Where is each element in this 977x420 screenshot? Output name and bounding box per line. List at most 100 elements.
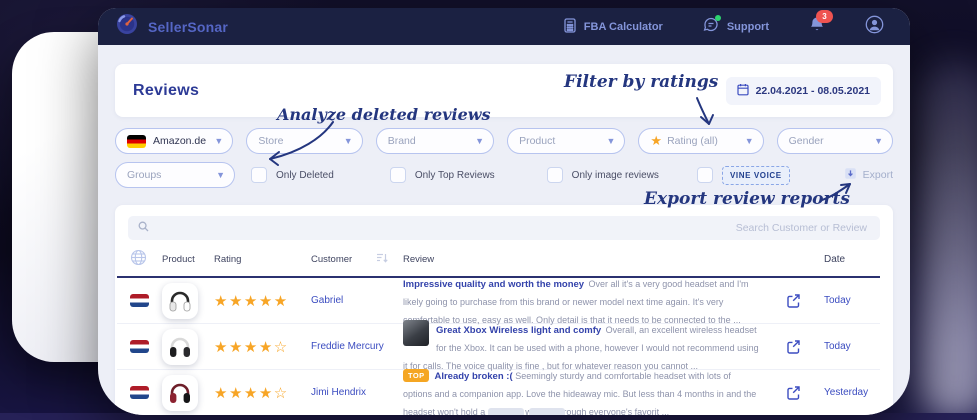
top-badge: TOP (403, 371, 429, 382)
netherlands-flag-icon (130, 340, 149, 353)
review-attachment-image[interactable] (488, 408, 524, 415)
only-deleted-filter: Only Deleted (251, 167, 334, 183)
col-customer: Customer (311, 254, 352, 265)
date-range-picker[interactable]: 22.04.2021 - 08.05.2021 (726, 77, 881, 105)
review-attachment-image[interactable] (529, 408, 565, 415)
search-bar (128, 216, 880, 240)
screenshot-stage: SellerSonar FBA Calculator (0, 0, 977, 420)
profile-avatar[interactable] (865, 15, 884, 39)
export-download-icon (844, 167, 857, 183)
nav-fba-calculator[interactable]: FBA Calculator (563, 18, 663, 36)
export-label: Export (863, 169, 893, 181)
netherlands-flag-icon (130, 386, 149, 399)
table-header-row: Product Rating Customer Review Date (117, 240, 880, 278)
calculator-icon (563, 18, 577, 36)
netherlands-flag-icon (130, 294, 149, 307)
chevron-down-icon: ▼ (344, 136, 353, 146)
review-date: Today (814, 295, 880, 306)
review-date: Today (814, 341, 880, 352)
store-select[interactable]: Store ▼ (246, 128, 362, 154)
background-glow (917, 60, 977, 420)
product-select[interactable]: Product ▼ (507, 128, 625, 154)
page-title: Reviews (133, 82, 199, 100)
reviews-table-card: Product Rating Customer Review Date (115, 205, 893, 415)
only-deleted-checkbox[interactable] (251, 167, 267, 183)
export-button[interactable]: Export (844, 167, 893, 183)
date-range-value: 22.04.2021 - 08.05.2021 (756, 85, 870, 97)
sort-icon[interactable] (376, 252, 389, 267)
table-row: ★★★★★ Gabriel Impressive quality and wor… (117, 278, 880, 324)
rating-placeholder: Rating (all) (667, 135, 718, 147)
col-date: Date (814, 254, 880, 265)
product-placeholder: Product (519, 135, 555, 147)
rating-stars: ★★★★☆ (214, 338, 311, 356)
only-deleted-label: Only Deleted (276, 170, 334, 181)
notification-badge: 3 (816, 10, 833, 23)
review-title[interactable]: Impressive quality and worth the money (403, 279, 584, 290)
review-date: Yesterday (814, 387, 880, 398)
annotation-deleted: Analyze deleted reviews (277, 105, 491, 124)
review-attachment-image[interactable] (403, 325, 429, 346)
brand-select[interactable]: Brand ▼ (376, 128, 494, 154)
vine-voice-badge[interactable]: VINE VOICE (722, 166, 790, 185)
vine-filter: VINE VOICE (697, 166, 790, 185)
store-placeholder: Store (258, 135, 283, 147)
brand-name: SellerSonar (148, 19, 228, 35)
open-review-link-icon[interactable] (772, 293, 814, 308)
product-image[interactable] (162, 329, 198, 365)
only-top-label: Only Top Reviews (415, 170, 495, 181)
open-review-link-icon[interactable] (772, 385, 814, 400)
chevron-down-icon: ▼ (214, 136, 223, 146)
customer-name[interactable]: Freddie Mercury (311, 341, 403, 352)
vine-checkbox[interactable] (697, 167, 713, 183)
nav-support-label: Support (727, 21, 769, 33)
nav-support[interactable]: Support (703, 17, 769, 36)
col-review: Review (403, 254, 772, 265)
top-navbar: SellerSonar FBA Calculator (98, 8, 910, 45)
marketplace-globe-icon (130, 249, 162, 269)
review-title[interactable]: TOP Already broken :( (403, 371, 515, 382)
gender-select[interactable]: Gender ▼ (777, 128, 893, 154)
only-top-checkbox[interactable] (390, 167, 406, 183)
only-image-checkbox[interactable] (547, 167, 563, 183)
app-window: SellerSonar FBA Calculator (98, 8, 910, 415)
col-product: Product (162, 254, 214, 265)
online-dot (715, 15, 721, 21)
open-review-link-icon[interactable] (772, 339, 814, 354)
annotation-export: Export review reports (644, 189, 850, 209)
rating-stars: ★★★★☆ (214, 384, 311, 402)
only-image-filter: Only image reviews (547, 167, 659, 183)
table-row: ★★★★☆ Freddie Mercury Great Xbox Wireles… (117, 324, 880, 370)
groups-placeholder: Groups (127, 169, 161, 181)
chevron-down-icon: ▼ (874, 136, 883, 146)
navbar-right: FBA Calculator Support (563, 15, 884, 39)
germany-flag-icon (127, 135, 146, 148)
col-customer-wrap: Customer (311, 252, 403, 267)
review-title-text: Already broken :( (434, 371, 512, 382)
chevron-down-icon: ▼ (475, 136, 484, 146)
support-chat-icon (703, 17, 720, 36)
rating-select[interactable]: ★ Rating (all) ▼ (638, 128, 763, 154)
filters-row-1: Amazon.de ▼ Store ▼ Brand ▼ Product ▼ ★ … (115, 128, 893, 154)
notifications-bell[interactable]: 3 (809, 16, 825, 38)
calendar-icon (737, 83, 749, 99)
customer-name[interactable]: Jimi Hendrix (311, 387, 403, 398)
search-icon (138, 219, 149, 237)
rating-stars: ★★★★★ (214, 292, 311, 310)
customer-name[interactable]: Gabriel (311, 295, 403, 306)
search-input[interactable] (149, 221, 876, 235)
brand-placeholder: Brand (388, 135, 416, 147)
col-rating: Rating (214, 254, 311, 265)
chevron-down-icon: ▼ (216, 170, 225, 180)
star-icon: ★ (650, 133, 662, 149)
marketplace-select[interactable]: Amazon.de ▼ (115, 128, 233, 154)
brand-logo[interactable]: SellerSonar (116, 13, 228, 40)
groups-select[interactable]: Groups ▼ (115, 162, 235, 188)
review-title[interactable]: Great Xbox Wireless light and comfy (436, 325, 601, 336)
product-image[interactable] (162, 283, 198, 319)
marketplace-value: Amazon.de (153, 135, 206, 147)
product-image[interactable] (162, 375, 198, 411)
chevron-down-icon: ▼ (745, 136, 754, 146)
nav-fba-label: FBA Calculator (584, 21, 663, 33)
filters-row-2: Groups ▼ Only Deleted Only Top Reviews O… (115, 162, 893, 188)
